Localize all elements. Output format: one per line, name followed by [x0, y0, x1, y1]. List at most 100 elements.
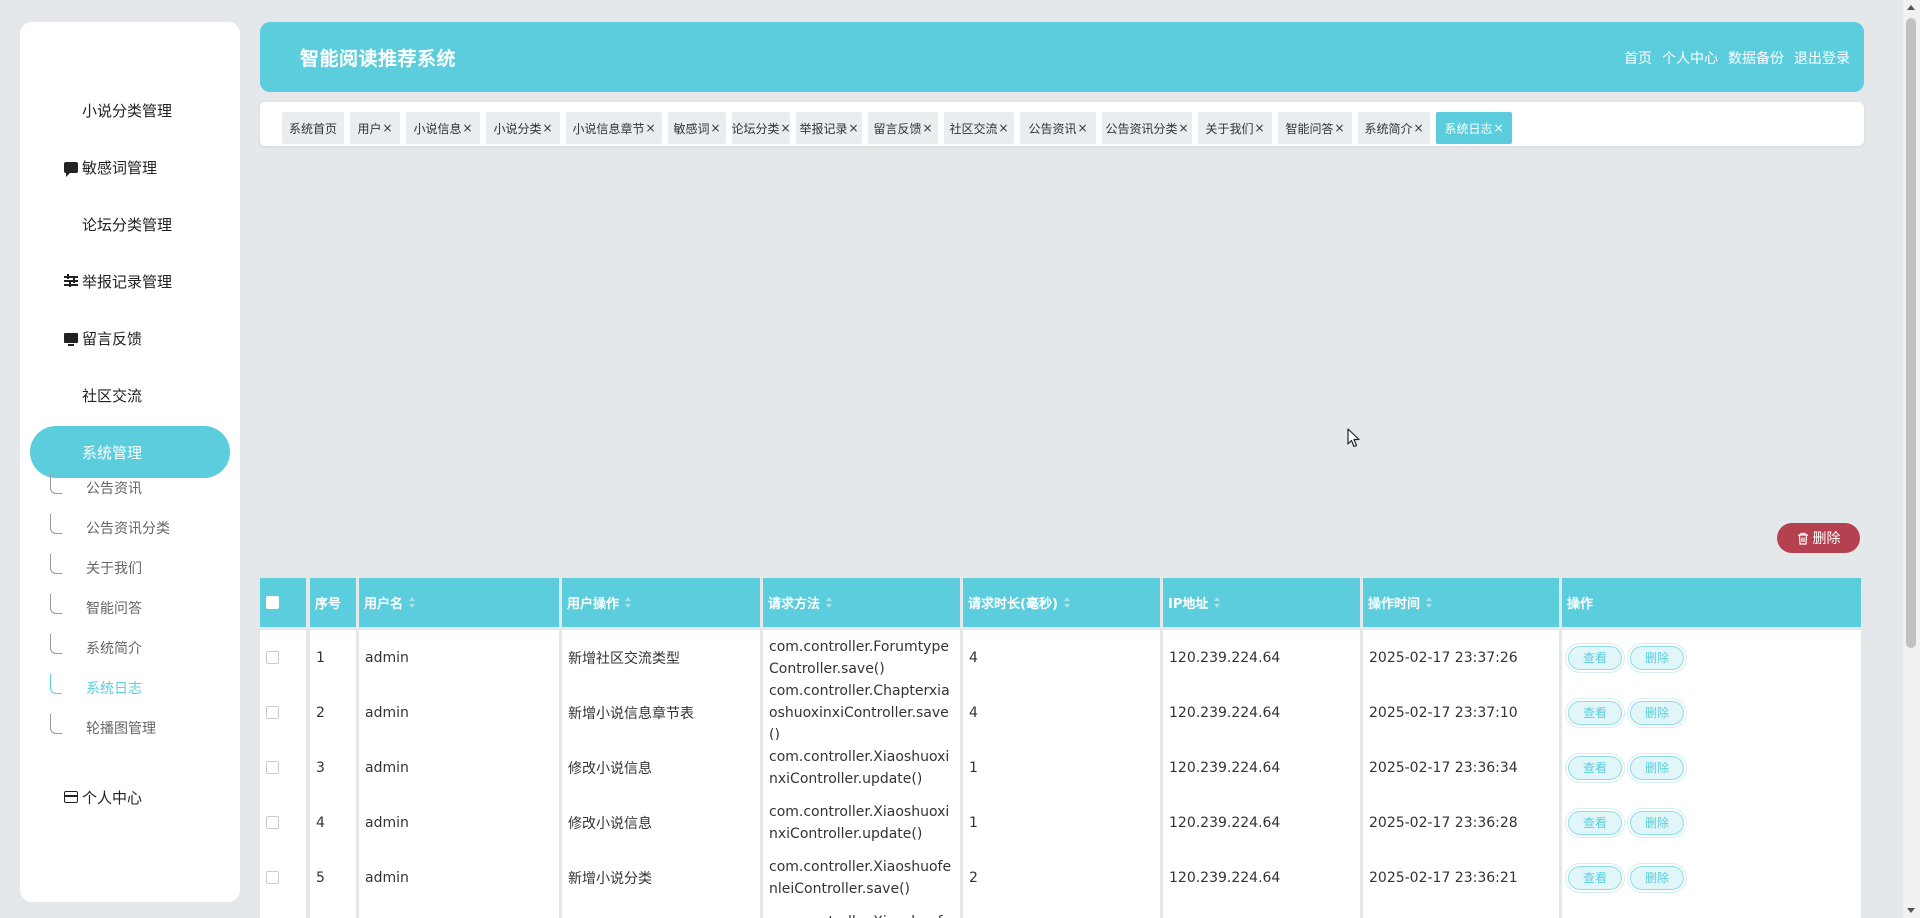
close-icon[interactable]: ×	[848, 121, 858, 135]
chat-icon	[64, 161, 78, 177]
close-icon[interactable]: ×	[1413, 121, 1423, 135]
close-icon[interactable]: ×	[780, 121, 790, 135]
tab-5[interactable]: 敏感词 ×	[668, 112, 726, 144]
sidebar-item-6[interactable]: 系统管理	[30, 426, 230, 478]
sidebar-subitem-3[interactable]: 智能问答	[86, 594, 142, 622]
tab-8[interactable]: 留言反馈 ×	[868, 112, 938, 144]
grid-icon	[64, 388, 78, 402]
close-icon[interactable]: ×	[998, 121, 1008, 135]
sidebar-subitem-1[interactable]: 公告资讯分类	[86, 514, 170, 542]
close-icon[interactable]: ×	[1077, 121, 1087, 135]
sidebar-item-5[interactable]: 社区交流	[30, 369, 230, 421]
close-icon[interactable]: ×	[1334, 121, 1344, 135]
sort-icon[interactable]	[625, 597, 632, 608]
page-scrollbar[interactable]	[1903, 0, 1920, 918]
close-icon[interactable]: ×	[1178, 121, 1188, 135]
close-icon[interactable]: ×	[382, 121, 392, 135]
close-icon[interactable]: ×	[922, 121, 932, 135]
cell-operation: 修改小说信息	[562, 740, 760, 795]
cell-ip	[1163, 905, 1360, 918]
close-icon[interactable]: ×	[710, 121, 720, 135]
sidebar-subitem-5[interactable]: 系统日志	[86, 674, 142, 702]
tab-3[interactable]: 小说分类 ×	[486, 112, 560, 144]
sidebar-subitem-4[interactable]: 系统简介	[86, 634, 142, 662]
sidebar-item-4[interactable]: 留言反馈	[30, 312, 230, 364]
sort-icon[interactable]	[1063, 597, 1071, 608]
sidebar-item-label: 敏感词管理	[82, 158, 158, 177]
table-row: 4 admin 修改小说信息 com.controller.Xiaoshuoxinxi…	[260, 795, 1861, 850]
column-header-6[interactable]: 操作时间	[1363, 578, 1559, 627]
view-button[interactable]: 查看	[1568, 810, 1622, 835]
nav-backup-link[interactable]: 数据备份	[1728, 48, 1784, 68]
scroll-up-arrow-icon[interactable]	[1907, 5, 1915, 10]
sidebar-subitem-2[interactable]: 关于我们	[86, 554, 142, 582]
card-icon	[64, 791, 78, 803]
scroll-down-arrow-icon[interactable]	[1907, 908, 1915, 913]
nav-profile-link[interactable]: 个人中心	[1662, 48, 1718, 68]
app-title: 智能阅读推荐系统	[300, 48, 457, 70]
sort-icon[interactable]	[1426, 597, 1433, 608]
tab-10[interactable]: 公告资讯 ×	[1020, 112, 1096, 144]
sidebar-subitem-0[interactable]: 公告资讯	[86, 474, 142, 502]
sidebar-item-7[interactable]: 个人中心	[30, 771, 230, 823]
tab-12[interactable]: 关于我们 ×	[1198, 112, 1272, 144]
column-header-4[interactable]: 请求时长(毫秒)	[963, 578, 1160, 627]
column-header-3[interactable]: 请求方法	[763, 578, 960, 627]
close-icon[interactable]: ×	[1493, 121, 1503, 135]
view-button[interactable]: 查看	[1568, 755, 1622, 780]
tab-4[interactable]: 小说信息章节 ×	[566, 112, 662, 144]
sidebar-item-3[interactable]: 举报记录管理	[30, 255, 230, 307]
delete-button[interactable]: 删除	[1630, 810, 1684, 835]
nav-logout-link[interactable]: 退出登录	[1794, 48, 1850, 68]
close-icon[interactable]: ×	[462, 121, 472, 135]
cell-time: 2025-02-17 23:36:34	[1363, 740, 1559, 795]
batch-delete-button[interactable]: 删除	[1777, 523, 1860, 553]
close-icon[interactable]: ×	[1254, 121, 1264, 135]
sidebar-item-1[interactable]: 敏感词管理	[30, 141, 230, 193]
row-checkbox[interactable]	[266, 706, 279, 719]
sort-icon[interactable]	[826, 597, 833, 608]
view-button[interactable]: 查看	[1568, 700, 1622, 725]
row-checkbox[interactable]	[266, 761, 279, 774]
tab-9[interactable]: 社区交流 ×	[944, 112, 1014, 144]
sidebar-item-2[interactable]: 论坛分类管理	[30, 198, 230, 250]
tab-7[interactable]: 举报记录 ×	[796, 112, 862, 144]
sort-icon[interactable]	[1214, 597, 1221, 608]
tab-1[interactable]: 用户 ×	[350, 112, 400, 144]
delete-button[interactable]: 删除	[1630, 645, 1684, 670]
sort-icon[interactable]	[409, 597, 416, 608]
delete-button[interactable]: 删除	[1630, 700, 1684, 725]
tab-14[interactable]: 系统简介 ×	[1358, 112, 1430, 144]
row-checkbox[interactable]	[266, 651, 279, 664]
trash-icon	[1797, 532, 1808, 545]
row-checkbox[interactable]	[266, 871, 279, 884]
cell-username	[359, 905, 559, 918]
tab-11[interactable]: 公告资讯分类 ×	[1102, 112, 1192, 144]
sidebar-item-0[interactable]: 小说分类管理	[30, 84, 230, 136]
delete-button[interactable]: 删除	[1630, 865, 1684, 890]
close-icon[interactable]: ×	[645, 121, 655, 135]
view-button[interactable]: 查看	[1568, 645, 1622, 670]
tab-2[interactable]: 小说信息 ×	[406, 112, 480, 144]
tab-15[interactable]: 系统日志 ×	[1436, 112, 1512, 144]
column-header-5[interactable]: IP地址	[1163, 578, 1360, 627]
cell-duration: 1	[963, 795, 1160, 850]
nav-home-link[interactable]: 首页	[1624, 48, 1652, 68]
view-button[interactable]: 查看	[1568, 865, 1622, 890]
sidebar-item-label: 个人中心	[82, 788, 143, 807]
table-header: 序号 用户名 用户操作 请求方法 请求时长(毫秒) IP地址 操作时间 操作	[260, 578, 1861, 627]
row-checkbox[interactable]	[266, 816, 279, 829]
grid-icon	[64, 217, 78, 231]
column-header-1[interactable]: 用户名	[359, 578, 559, 627]
column-header-2[interactable]: 用户操作	[562, 578, 760, 627]
close-icon[interactable]: ×	[542, 121, 552, 135]
tree-connector-icon	[50, 714, 62, 734]
scroll-thumb[interactable]	[1906, 18, 1916, 648]
tab-6[interactable]: 论坛分类 ×	[731, 112, 791, 144]
sidebar-subitem-6[interactable]: 轮播图管理	[86, 714, 156, 742]
tab-13[interactable]: 智能问答 ×	[1278, 112, 1352, 144]
tab-0[interactable]: 系统首页	[282, 112, 344, 144]
cell-username: admin	[359, 850, 559, 905]
delete-button[interactable]: 删除	[1630, 755, 1684, 780]
select-all-checkbox[interactable]	[266, 596, 279, 609]
